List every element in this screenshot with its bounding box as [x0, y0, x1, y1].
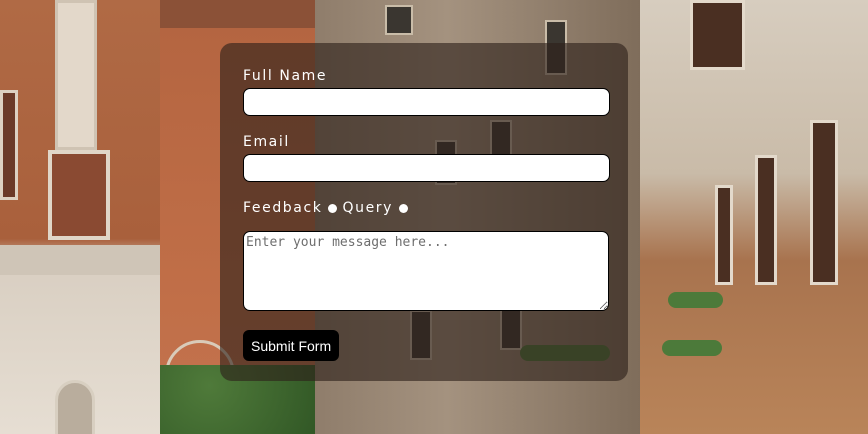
flower-box — [668, 292, 723, 308]
left-building — [0, 0, 175, 434]
submit-form-button[interactable]: Submit Form — [243, 330, 340, 361]
radio-query[interactable] — [399, 203, 409, 213]
full-name-input[interactable] — [243, 88, 610, 116]
email-label: Email — [243, 134, 290, 150]
contact-form: Full Name Email Feedback Query Submit Fo… — [220, 43, 628, 381]
flower-box — [662, 340, 722, 356]
right-building — [640, 0, 868, 434]
email-input[interactable] — [243, 154, 610, 182]
radio-feedback[interactable] — [328, 203, 338, 213]
message-type-radio-group: Feedback Query — [243, 199, 610, 217]
message-textarea[interactable] — [243, 231, 609, 311]
radio-label-feedback: Feedback — [243, 200, 323, 216]
radio-label-query: Query — [342, 200, 394, 216]
email-group: Email — [243, 133, 610, 182]
full-name-label: Full Name — [243, 68, 328, 84]
